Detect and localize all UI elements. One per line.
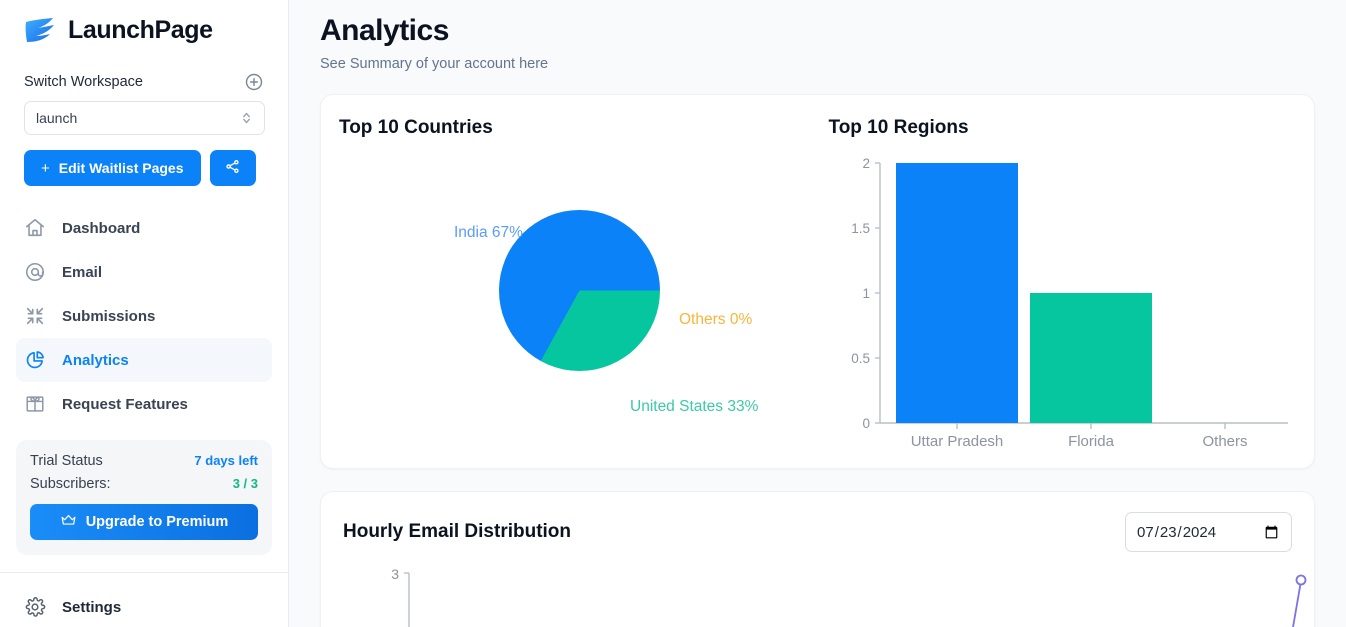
x-tick-label: Florida	[1068, 433, 1115, 450]
home-icon	[24, 217, 46, 239]
sidebar-item-submissions[interactable]: Submissions	[16, 294, 272, 338]
upgrade-label: Upgrade to Premium	[85, 514, 229, 530]
bar-florida	[1029, 293, 1152, 423]
at-sign-icon	[24, 261, 46, 283]
pie-label-united-states: United States 33%	[630, 398, 759, 415]
trial-status-label: Trial Status	[30, 453, 103, 469]
pie-chart-area: India 67% Others 0% United States 33%	[339, 139, 818, 459]
subscribers-row: Subscribers: 3 / 3	[30, 476, 258, 492]
analytics-overview-card: Top 10 Countries India 67% Others 0% Uni…	[320, 94, 1315, 469]
line-chart-svg: 3 2.25	[391, 566, 1307, 627]
trial-status-card: Trial Status 7 days left Subscribers: 3 …	[16, 440, 272, 555]
gear-icon	[24, 596, 46, 618]
top-countries-title: Top 10 Countries	[339, 117, 493, 138]
edit-waitlist-pages-button[interactable]: + Edit Waitlist Pages	[24, 150, 201, 186]
workspace-actions: + Edit Waitlist Pages	[0, 150, 288, 186]
sidebar-nav: Dashboard Email Submissions Analytics Re…	[0, 206, 288, 426]
trial-days-left: 7 days left	[194, 453, 258, 468]
y-tick-label: 2	[862, 156, 870, 171]
trial-status-row: Trial Status 7 days left	[30, 453, 258, 469]
share-button[interactable]	[209, 150, 256, 186]
line-data-point	[1295, 574, 1307, 586]
workspace-select-wrap: launch	[0, 101, 288, 135]
sidebar-item-request-features[interactable]: Request Features	[16, 382, 272, 426]
pie-chart	[499, 210, 660, 371]
line-series-path	[1292, 580, 1302, 627]
settings-label: Settings	[62, 598, 122, 616]
switch-workspace-row: Switch Workspace	[0, 72, 288, 92]
sidebar-item-label: Submissions	[62, 307, 156, 325]
y-tick-label: 3	[391, 566, 399, 582]
sidebar-item-analytics[interactable]: Analytics	[16, 338, 272, 382]
sidebar-item-label: Analytics	[62, 351, 129, 369]
sidebar-item-dashboard[interactable]: Dashboard	[16, 206, 272, 250]
bar-chart-svg: 0 0.5 1 1.5 2 Uttar Pradesh Florida Othe…	[851, 156, 1288, 450]
sidebar-item-label: Email	[62, 263, 103, 281]
top-regions-chart: Top 10 Regions 0 0.5 1 1.5 2 Uttar Prade…	[818, 117, 1297, 468]
workspace-select[interactable]: launch	[24, 101, 265, 135]
hourly-title: Hourly Email Distribution	[343, 521, 572, 542]
sidebar-item-label: Dashboard	[62, 219, 141, 237]
y-tick-label: 1.5	[851, 221, 870, 236]
sidebar-item-label: Request Features	[62, 395, 188, 413]
top-countries-chart: Top 10 Countries India 67% Others 0% Uni…	[339, 117, 818, 468]
subscribers-count: 3 / 3	[232, 476, 258, 491]
crown-icon	[60, 512, 77, 533]
pie-label-others: Others 0%	[679, 311, 753, 328]
hourly-email-distribution-card: Hourly Email Distribution 3 2.25	[320, 491, 1315, 627]
switch-workspace-label: Switch Workspace	[24, 74, 143, 90]
sidebar-item-settings[interactable]: Settings	[16, 587, 272, 627]
upgrade-to-premium-button[interactable]: Upgrade to Premium	[30, 504, 258, 540]
page-subtitle: See Summary of your account here	[320, 56, 549, 72]
minimize-icon	[24, 305, 46, 327]
edit-waitlist-pages-label: Edit Waitlist Pages	[58, 160, 184, 176]
bar-uttar-pradesh	[895, 163, 1018, 423]
subscribers-label: Subscribers:	[30, 476, 111, 492]
pie-label-india: India 67%	[454, 224, 523, 241]
date-picker-input[interactable]	[1125, 512, 1292, 552]
y-tick-label: 1	[862, 286, 870, 301]
main-content: Analytics See Summary of your account he…	[289, 0, 1346, 627]
brand-name: LaunchPage	[68, 15, 213, 44]
plus-circle-icon[interactable]	[244, 72, 264, 92]
brand[interactable]: LaunchPage	[0, 0, 288, 46]
plus-icon: +	[41, 159, 50, 177]
share-icon	[224, 158, 241, 178]
wing-logo-icon	[22, 14, 58, 46]
x-tick-label: Uttar Pradesh	[910, 433, 1003, 450]
top-regions-title: Top 10 Regions	[828, 117, 969, 138]
sidebar: LaunchPage Switch Workspace launch + Edi…	[0, 0, 289, 627]
hourly-header: Hourly Email Distribution	[343, 512, 1292, 552]
sidebar-footer: Settings	[0, 572, 288, 627]
app-root: LaunchPage Switch Workspace launch + Edi…	[0, 0, 1346, 627]
pie-chart-icon	[24, 349, 46, 371]
gift-icon	[24, 393, 46, 415]
bar-chart-area: 0 0.5 1 1.5 2 Uttar Pradesh Florida Othe…	[818, 139, 1297, 459]
y-tick-label: 0.5	[851, 351, 870, 366]
page-title: Analytics	[320, 14, 449, 47]
line-chart-area: 3 2.25	[343, 565, 1307, 627]
y-tick-label: 0	[862, 416, 870, 431]
sidebar-item-email[interactable]: Email	[16, 250, 272, 294]
x-tick-label: Others	[1202, 433, 1247, 450]
